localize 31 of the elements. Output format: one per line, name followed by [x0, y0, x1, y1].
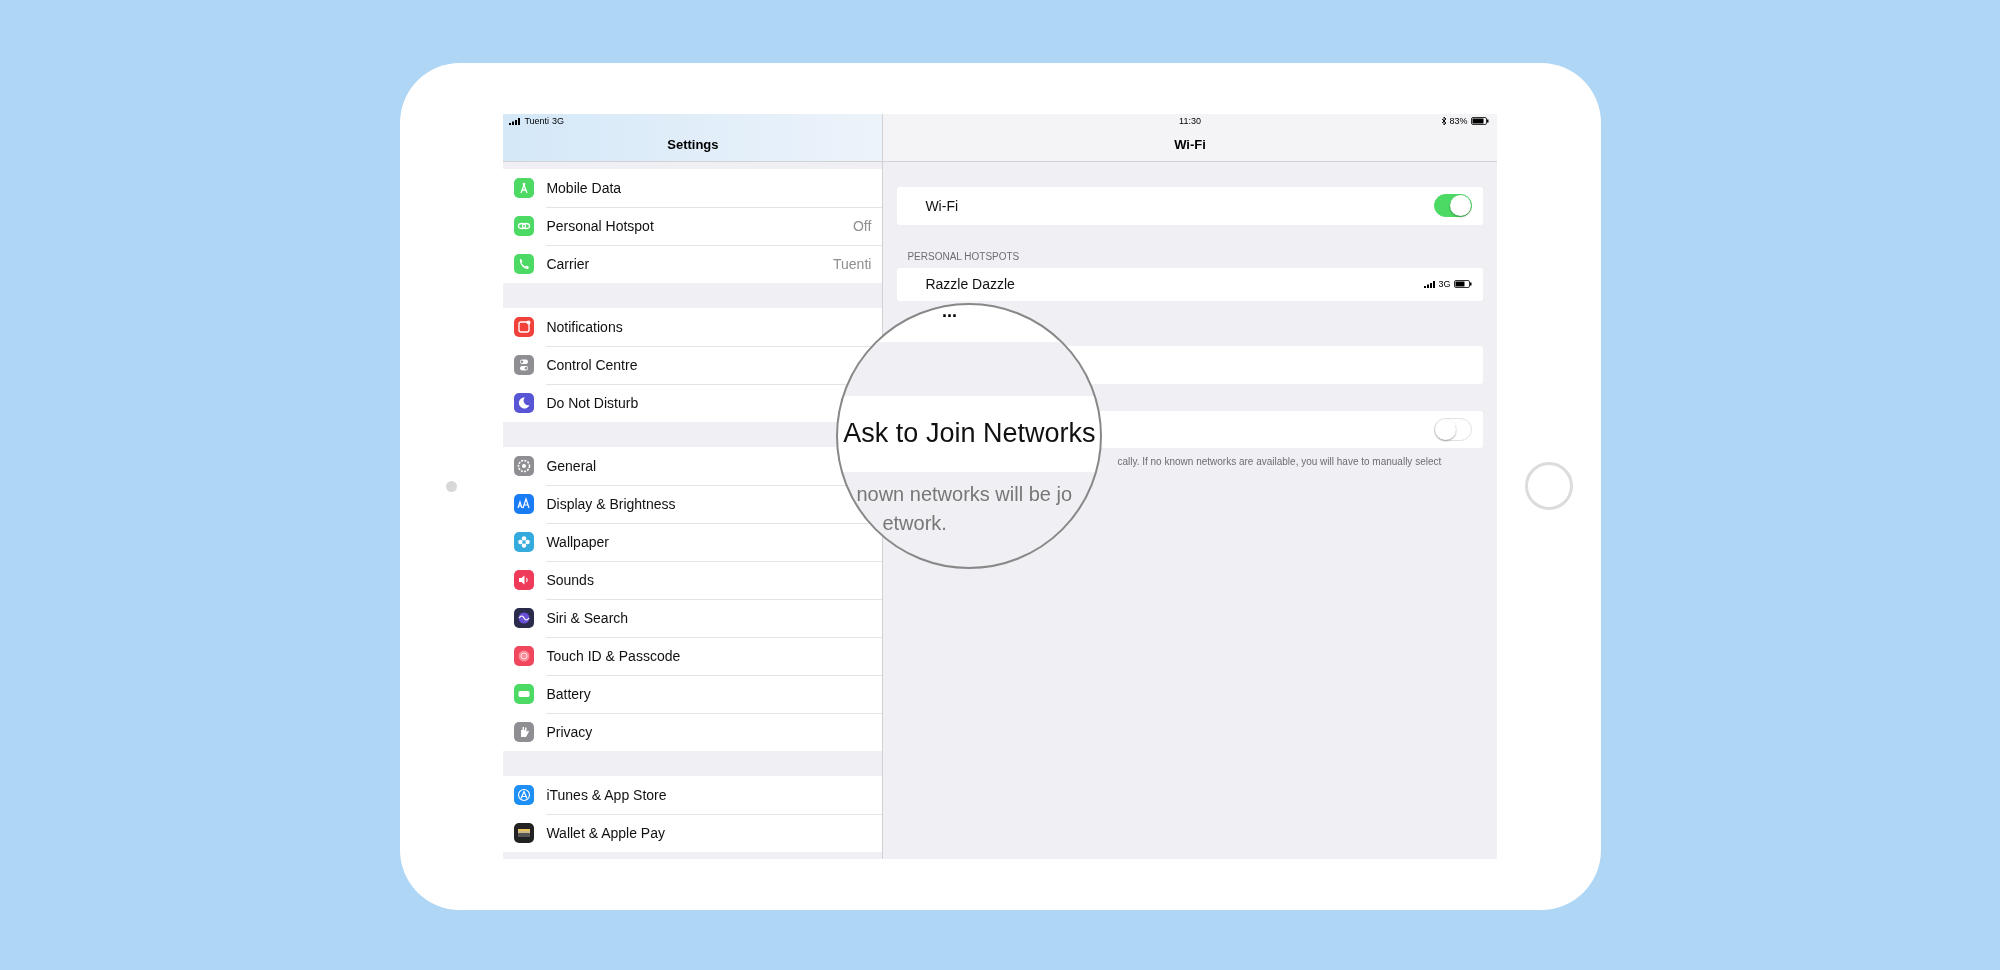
home-button[interactable]	[1524, 462, 1573, 510]
magnified-text: ...	[941, 304, 957, 317]
wifi-label: Wi-Fi	[925, 197, 960, 214]
settings-item[interactable]: Mobile Data	[503, 168, 827, 207]
footer-note: cally. If no known networks are available, you will have to manually select	[1116, 454, 1443, 467]
hotspot-row[interactable]: Razzle Dazzle 3G	[897, 267, 1483, 301]
camera-dot	[445, 480, 457, 492]
sidebar-title: Settings	[666, 136, 720, 154]
network-type: 3G	[1438, 279, 1451, 289]
panel-title: Wi-Fi	[1173, 136, 1207, 154]
carrier-name: Tuenti	[524, 116, 550, 126]
signal-icon	[509, 117, 522, 125]
battery-percent: 83%	[1449, 115, 1468, 126]
magnified-note: nown networks will be jo	[856, 481, 1073, 507]
signal-icon	[1423, 280, 1436, 288]
clock-time: 11:30	[1179, 116, 1201, 126]
section-header: PERSONAL HOTSPOTS	[906, 249, 1021, 264]
bluetooth-icon	[1440, 115, 1447, 126]
settings-item[interactable]: Personal Hotspot Off	[503, 206, 883, 245]
magnified-note: etwork.	[881, 510, 947, 536]
battery-icon	[1453, 280, 1472, 288]
settings-item[interactable]: Notifications	[503, 307, 827, 346]
toggle-switch[interactable]	[1433, 194, 1472, 217]
magnified-label: Ask to Join Networks	[843, 418, 1096, 449]
hotspot-name: Razzle Dazzle	[925, 276, 1016, 292]
settings-item[interactable]: Carrier Tuenti	[503, 244, 883, 283]
battery-icon	[1470, 116, 1489, 125]
settings-item[interactable]: General	[503, 446, 827, 485]
settings-item[interactable]: iTunes & App Store	[503, 775, 827, 814]
toggle-switch[interactable]	[1433, 417, 1472, 441]
network-type: 3G	[552, 116, 565, 126]
